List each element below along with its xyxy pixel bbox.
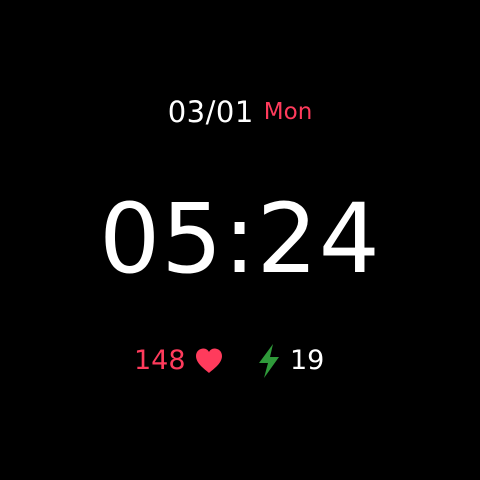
time-display: 05:24 xyxy=(99,183,381,295)
date-label: 03/01 xyxy=(167,95,254,129)
battery-value: 19 xyxy=(290,345,325,376)
heart-rate-group: 148 xyxy=(134,341,224,381)
date-row: 03/01 Mon xyxy=(0,94,480,130)
watch-face-screen: 03/01 Mon 05:24 148 19 xyxy=(0,0,480,480)
heart-icon xyxy=(194,347,224,375)
lightning-bolt-icon xyxy=(256,343,282,379)
stats-row: 148 19 xyxy=(0,341,480,381)
weekday-label: Mon xyxy=(263,99,313,125)
heart-rate-value: 148 xyxy=(134,345,186,376)
battery-group: 19 xyxy=(256,341,324,381)
